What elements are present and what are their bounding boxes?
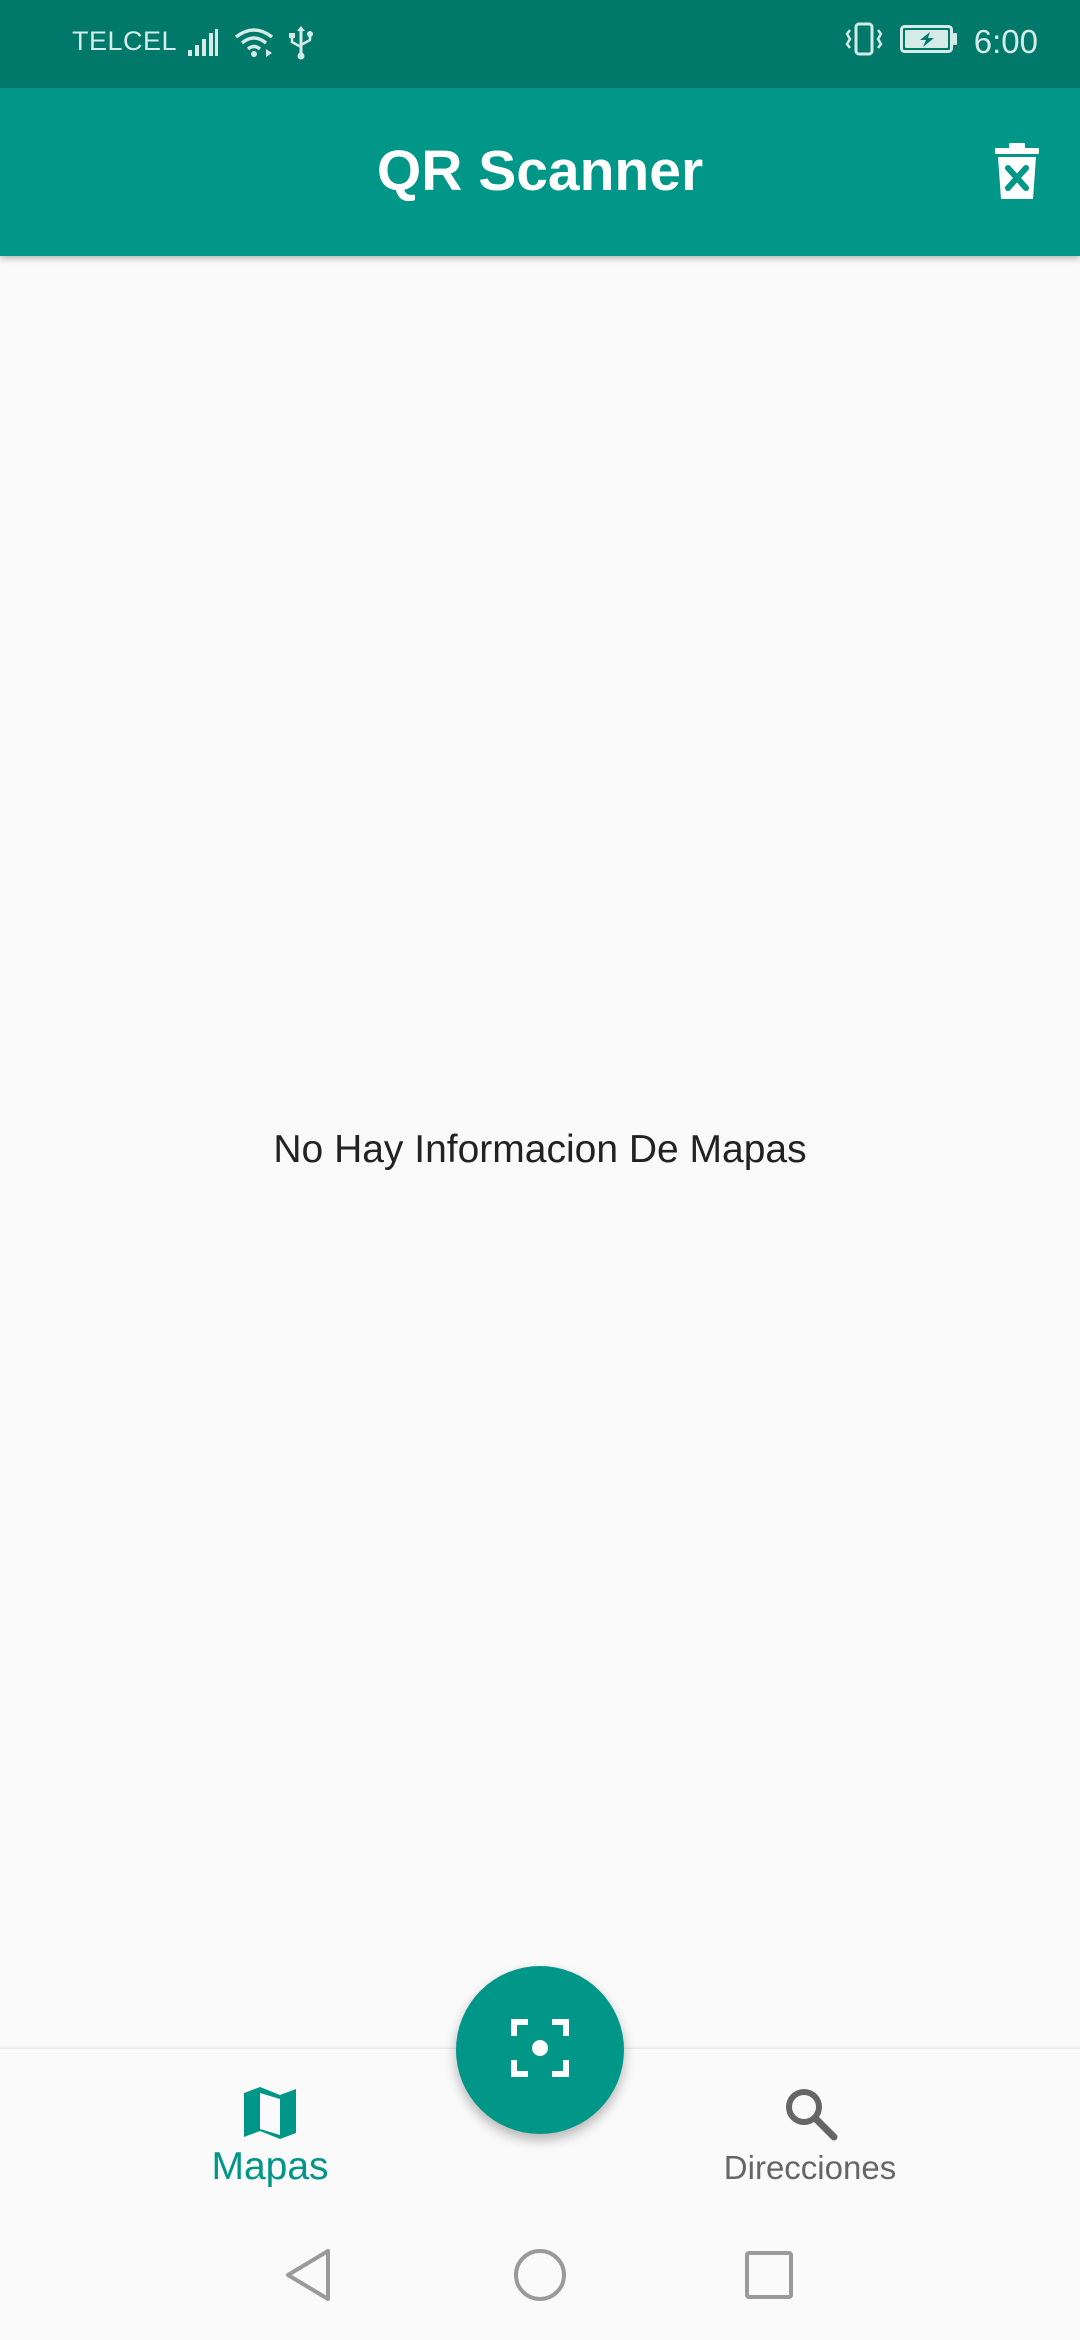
- map-icon: [240, 2083, 300, 2143]
- usb-icon: [288, 26, 314, 65]
- screen: TELCEL 6:00 QR Scanner No Hay Informacio…: [0, 0, 1080, 2340]
- status-bar: TELCEL 6:00: [0, 0, 1080, 88]
- scan-fab-button[interactable]: [456, 1966, 624, 2134]
- recents-icon: [743, 2249, 795, 2306]
- empty-state-message: No Hay Informacion De Mapas: [273, 1128, 807, 1171]
- back-icon: [282, 2247, 334, 2308]
- clock: 6:00: [973, 22, 1038, 60]
- wifi-icon: [234, 27, 274, 64]
- system-recents-button[interactable]: [734, 2242, 804, 2312]
- nav-label-mapas: Mapas: [211, 2145, 329, 2188]
- delete-forever-icon: [995, 142, 1039, 204]
- nav-label-direcciones: Direcciones: [723, 2149, 897, 2186]
- main-content: No Hay Informacion De Mapas: [0, 256, 1080, 2048]
- signal-icon: [186, 28, 220, 63]
- page-title: QR Scanner: [376, 139, 704, 203]
- center-focus-icon: [510, 2018, 570, 2083]
- search-icon: [780, 2083, 840, 2143]
- status-right: 6:00: [844, 22, 1038, 61]
- system-home-button[interactable]: [505, 2242, 575, 2312]
- home-icon: [512, 2247, 568, 2308]
- nav-item-direcciones[interactable]: Direcciones: [540, 2049, 1080, 2215]
- app-bar: QR Scanner: [0, 88, 1080, 256]
- vibrate-icon: [844, 22, 884, 61]
- carrier-label: TELCEL: [72, 26, 178, 56]
- system-navigation-bar: [0, 2214, 1080, 2340]
- status-left-icons: [186, 26, 314, 65]
- delete-all-button[interactable]: [984, 138, 1050, 208]
- battery-charging-icon: [899, 24, 958, 59]
- system-back-button[interactable]: [273, 2242, 343, 2312]
